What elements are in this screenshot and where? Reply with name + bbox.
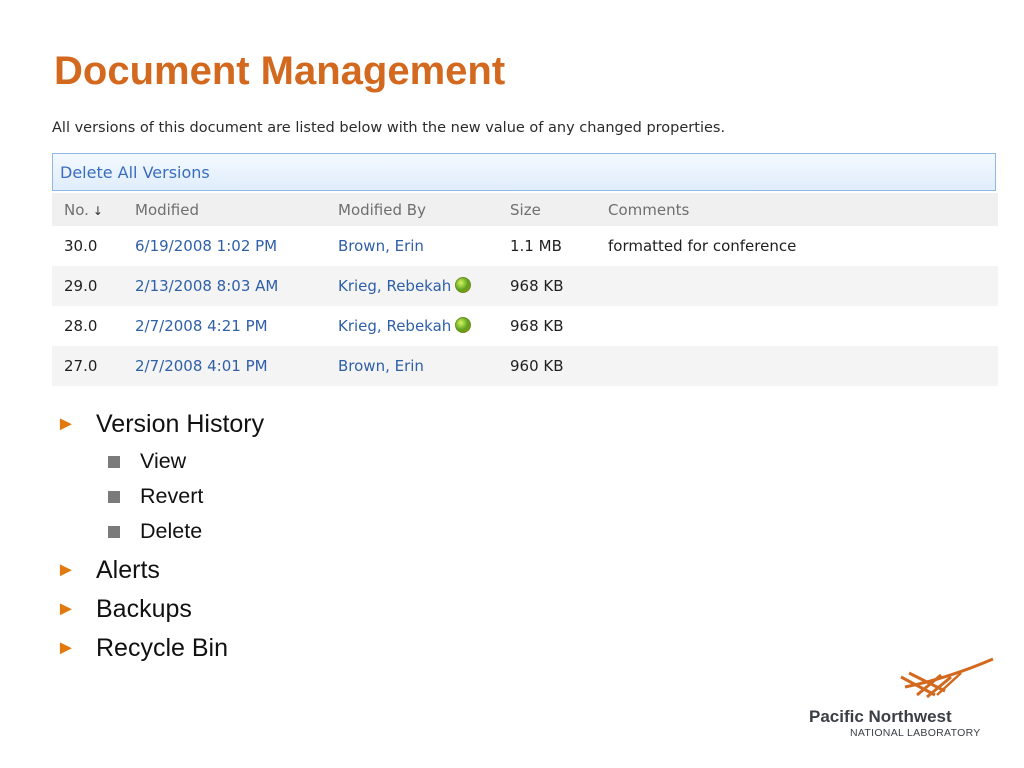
table-row: 30.0 6/19/2008 1:02 PM Brown, Erin 1.1 M… xyxy=(52,226,998,266)
version-number: 27.0 xyxy=(52,346,123,386)
modified-by-link[interactable]: Brown, Erin xyxy=(338,357,424,375)
sub-bullet-item: Revert xyxy=(108,479,264,514)
column-header-modified-by[interactable]: Modified By xyxy=(326,193,498,226)
versions-table: No. ↓ Modified Modified By Size Comments … xyxy=(52,193,998,386)
bullet-label: Version History xyxy=(96,410,265,438)
triangle-bullet-icon: ► xyxy=(56,637,76,659)
delete-all-versions-label: Delete All Versions xyxy=(60,162,210,182)
sub-bullet-item: View xyxy=(108,444,264,479)
triangle-bullet-icon: ► xyxy=(56,559,76,581)
presence-status-icon[interactable] xyxy=(455,277,472,293)
version-size: 968 KB xyxy=(498,266,596,306)
column-header-modified[interactable]: Modified xyxy=(123,193,326,226)
square-bullet-icon xyxy=(108,490,120,503)
version-comment: formatted for conference xyxy=(608,237,797,255)
modified-by-link[interactable]: Krieg, Rebekah xyxy=(338,317,451,335)
column-header-no-label: No. xyxy=(64,200,89,219)
table-row: 29.0 2/13/2008 8:03 AM Krieg, Rebekah 96… xyxy=(52,266,998,306)
version-date-link[interactable]: 2/13/2008 8:03 AM xyxy=(135,277,278,295)
version-comment xyxy=(596,266,998,306)
bullet-item: ► Backups xyxy=(56,590,264,629)
version-number: 29.0 xyxy=(52,266,123,306)
triangle-bullet-icon: ► xyxy=(56,598,76,620)
sub-bullet-label: Delete xyxy=(140,519,203,543)
version-number: 30.0 xyxy=(64,237,98,255)
pnnl-logo-mark-icon xyxy=(900,657,994,699)
version-size: 960 KB xyxy=(498,346,596,386)
version-date-link[interactable]: 2/7/2008 4:21 PM xyxy=(135,317,268,335)
bullet-item: ► Recycle Bin xyxy=(56,629,264,668)
versions-description: All versions of this document are listed… xyxy=(52,120,726,136)
slide-title: Document Management xyxy=(54,49,506,93)
bullet-item: ► Alerts xyxy=(56,551,264,590)
logo-name: Pacific Northwest xyxy=(809,707,952,726)
version-number: 28.0 xyxy=(64,317,98,335)
down-arrow-icon: ↓ xyxy=(92,203,103,218)
version-date-link[interactable]: 2/7/2008 4:01 PM xyxy=(135,357,268,375)
version-size: 1.1 MB xyxy=(510,237,562,255)
bullet-label: Backups xyxy=(96,595,192,623)
square-bullet-icon xyxy=(108,455,120,468)
bullet-item: ► Version History xyxy=(56,405,264,444)
column-header-comments[interactable]: Comments xyxy=(596,193,998,226)
pnnl-logo: Pacific Northwest NATIONAL LABORATORY xyxy=(805,655,1000,745)
bullet-list: ► Version History View Revert Delete ► Ale… xyxy=(56,405,264,668)
version-comment xyxy=(596,346,998,386)
table-row: 28.0 2/7/2008 4:21 PM Krieg, Rebekah 968… xyxy=(52,306,998,346)
table-row: 27.0 2/7/2008 4:01 PM Brown, Erin 960 KB xyxy=(52,346,998,386)
versions-header-row: No. ↓ Modified Modified By Size Comments xyxy=(52,193,998,226)
bullet-label: Alerts xyxy=(96,556,160,584)
column-header-no[interactable]: No. ↓ xyxy=(52,193,123,226)
delete-all-versions-button[interactable]: Delete All Versions xyxy=(52,153,996,191)
presence-status-icon[interactable] xyxy=(455,317,472,333)
modified-by-link[interactable]: Krieg, Rebekah xyxy=(338,277,451,295)
sub-bullet-list: View Revert Delete xyxy=(108,444,264,549)
column-header-size[interactable]: Size xyxy=(498,193,596,226)
modified-by-link[interactable]: Brown, Erin xyxy=(338,237,424,255)
bullet-label: Recycle Bin xyxy=(96,634,228,662)
version-comment xyxy=(596,306,998,346)
square-bullet-icon xyxy=(108,525,120,538)
sub-bullet-item: Delete xyxy=(108,514,264,549)
sub-bullet-label: Revert xyxy=(140,484,204,508)
logo-subtitle: NATIONAL LABORATORY xyxy=(850,727,981,739)
sub-bullet-label: View xyxy=(140,449,187,473)
version-date-link[interactable]: 6/19/2008 1:02 PM xyxy=(135,237,277,255)
version-size: 968 KB xyxy=(510,317,564,335)
triangle-bullet-icon: ► xyxy=(56,413,76,435)
